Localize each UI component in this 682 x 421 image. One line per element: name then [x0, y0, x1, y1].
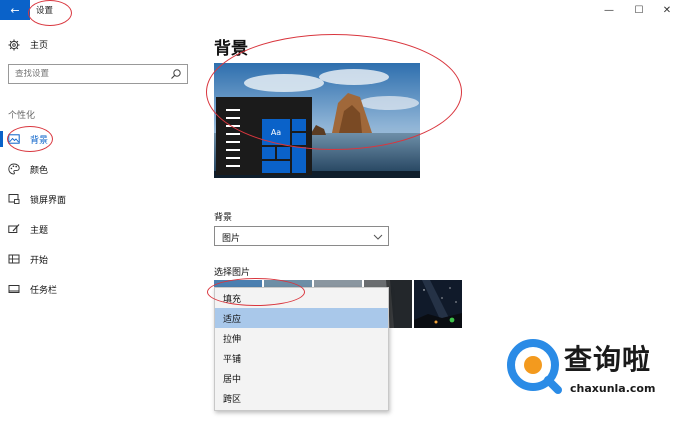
- preview-tile: [262, 147, 275, 159]
- search-icon[interactable]: [170, 68, 182, 80]
- fit-option-span[interactable]: 跨区: [215, 388, 388, 408]
- picture-thumbnail[interactable]: [414, 280, 462, 328]
- section-personalization: 个性化: [8, 111, 36, 121]
- fit-dropdown: 填充 适应 拉伸 平铺 居中 跨区: [214, 287, 389, 411]
- maximize-button[interactable]: ☐: [624, 1, 654, 19]
- background-select[interactable]: 图片: [214, 226, 389, 246]
- sidebar-item-label: 开始: [30, 255, 49, 266]
- sidebar-item-label: 任务栏: [30, 285, 58, 296]
- start-grid-icon: [8, 254, 20, 264]
- watermark: 查询啦 chaxunla.com: [506, 334, 682, 408]
- taskbar-icon: [8, 285, 20, 293]
- watermark-text-cn: 查询啦: [564, 343, 652, 376]
- back-button[interactable]: ←: [0, 0, 30, 20]
- sidebar-item-lock-screen[interactable]: 锁屏界面: [0, 188, 200, 210]
- watermark-text-en: chaxunla.com: [570, 382, 656, 395]
- annotation-ellipse: [207, 278, 305, 306]
- choose-picture-label: 选择图片: [214, 268, 251, 278]
- fit-option-stretch[interactable]: 拉伸: [215, 328, 388, 348]
- fit-option-tile[interactable]: 平铺: [215, 348, 388, 368]
- annotation-ellipse: [206, 34, 462, 150]
- sidebar-item-label: 颜色: [30, 165, 49, 176]
- search-box[interactable]: [8, 64, 188, 84]
- back-arrow-icon: ←: [10, 3, 20, 17]
- palette-icon: [8, 163, 20, 175]
- sidebar-item-taskbar[interactable]: 任务栏: [0, 278, 200, 300]
- sidebar-item-colors[interactable]: 颜色: [0, 158, 200, 180]
- close-icon: ✕: [662, 4, 672, 16]
- sidebar-item-themes[interactable]: 主题: [0, 218, 200, 240]
- watermark-logo-icon: [507, 339, 562, 394]
- preview-tile: [292, 147, 306, 173]
- background-select-value: 图片: [222, 234, 241, 244]
- lock-screen-icon: [8, 194, 20, 204]
- theme-brush-icon: [8, 224, 20, 233]
- nav-home[interactable]: 主页: [8, 38, 48, 51]
- close-button[interactable]: ✕: [652, 1, 682, 19]
- title-bar: ← 设置 — ☐ ✕: [0, 0, 682, 20]
- preview-tile: [262, 161, 290, 173]
- annotation-ellipse: [28, 0, 72, 26]
- preview-tile: [277, 147, 290, 159]
- maximize-icon: ☐: [634, 4, 644, 16]
- minimize-button[interactable]: —: [594, 1, 624, 19]
- search-input[interactable]: [15, 69, 165, 79]
- minimize-icon: —: [604, 4, 614, 16]
- sidebar-item-label: 锁屏界面: [30, 195, 67, 206]
- background-label: 背景: [214, 213, 233, 223]
- gear-icon: [8, 39, 20, 50]
- sidebar: 主页 个性化 背景 颜色 锁屏界面 主题: [0, 20, 200, 421]
- fit-option-center[interactable]: 居中: [215, 368, 388, 388]
- chevron-down-icon: [373, 234, 383, 240]
- fit-option-fit[interactable]: 适应: [215, 308, 388, 328]
- sidebar-item-start[interactable]: 开始: [0, 248, 200, 270]
- nav-home-label: 主页: [30, 41, 49, 51]
- annotation-ellipse: [7, 126, 53, 152]
- sidebar-item-label: 主题: [30, 225, 49, 236]
